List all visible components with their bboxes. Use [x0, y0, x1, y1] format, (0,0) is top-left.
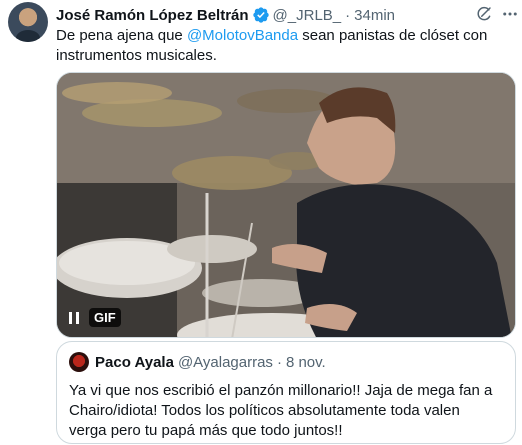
mention-link[interactable]: @MolotovBanda [187, 27, 298, 44]
quoted-separator-dot: · [276, 353, 282, 371]
quoted-author-handle: @Ayalagarras [177, 353, 273, 371]
media-controls: GIF [65, 308, 121, 327]
gif-frame-image [57, 73, 515, 337]
tweet-timestamp[interactable]: 34min [354, 7, 395, 24]
quoted-tweet[interactable]: Paco Ayala @Ayalagarras · 8 nov. Ya vi q… [56, 341, 516, 444]
verified-badge-icon[interactable] [252, 6, 270, 24]
author-handle[interactable]: @_JRLB_ [273, 7, 342, 24]
quoted-tweet-header: Paco Ayala @Ayalagarras · 8 nov. [69, 352, 503, 372]
author-name[interactable]: José Ramón López Beltrán [56, 7, 249, 24]
author-avatar[interactable] [8, 2, 48, 42]
quoted-author-name: Paco Ayala [95, 353, 174, 371]
quoted-timestamp: 8 nov. [285, 353, 326, 371]
tweet-header: José Ramón López Beltrán @_JRLB_ · 34min [56, 5, 395, 25]
quoted-author-avatar [69, 352, 89, 372]
separator-dot: · [345, 6, 351, 24]
quoted-tweet-text: Ya vi que nos escribió el panzón millona… [69, 382, 493, 439]
pause-icon[interactable] [65, 309, 83, 327]
grok-icon[interactable] [474, 4, 494, 24]
tweet-text-before: De pena ajena que [56, 27, 187, 44]
more-icon[interactable] [500, 4, 520, 24]
gif-badge: GIF [89, 308, 121, 327]
gif-media[interactable]: GIF [56, 72, 516, 338]
tweet-text: De pena ajena que @MolotovBanda sean pan… [56, 26, 516, 66]
